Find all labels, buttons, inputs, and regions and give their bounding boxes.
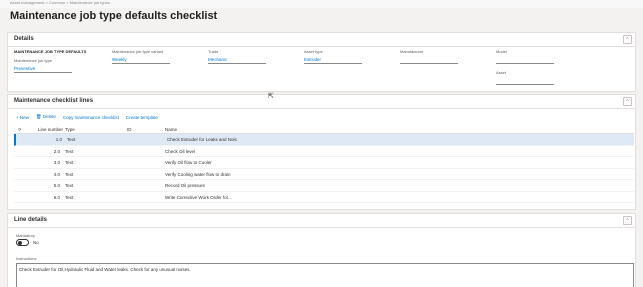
checklist-toolbar: + New 🗑 Delete Copy maintenance checklis… [16,113,158,121]
details-header[interactable]: Details ⌃ [8,33,635,47]
details-card: Details ⌃ MAINTENANCE JOB TYPE DEFAULTS … [7,32,636,92]
job-variant-field[interactable]: Maintenance job type variant Weekly [112,49,170,64]
col-name[interactable]: Name [165,127,177,132]
asset-type-value[interactable]: Extruder [304,57,362,62]
defaults-group-heading: MAINTENANCE JOB TYPE DEFAULTS [14,49,87,54]
checklist-grid: ⟳ Line number Type ID Name 1.0 Text Chec… [14,125,634,203]
job-type-label: Maintenance job type [14,58,53,63]
row-name: Verify Cooling water flow to drain [165,171,231,177]
defaults-group-label: MAINTENANCE JOB TYPE DEFAULTS [14,49,86,54]
job-type-value[interactable]: Preventive [14,66,72,71]
row-type: Text [65,171,74,177]
row-line: 1.0 [55,137,62,142]
job-variant-value[interactable]: Weekly [112,57,170,62]
col-line-number[interactable]: Line number [38,127,63,132]
table-row[interactable]: 1.0 Text Check Extruder for Leaks and No… [14,134,634,146]
collapse-checklist-button[interactable]: ⌃ [623,97,632,106]
job-type-underline [14,72,72,73]
delete-label: Delete [42,114,56,119]
line-details-title: Line details [14,217,48,223]
table-row[interactable]: 5.0 Text Record Oil pressure [14,180,634,192]
trade-field[interactable]: Trade Mechanic [208,49,266,64]
model-field[interactable]: Model [496,49,554,64]
row-type: Text [65,183,74,188]
col-id[interactable]: ID [127,127,132,132]
asset-type-underline [304,63,362,64]
asset-type-field[interactable]: Asset type Extruder [304,49,362,64]
page-title: Maintenance job type defaults checklist [10,10,218,22]
row-type: Text [65,194,74,200]
job-variant-label: Maintenance job type variant [112,49,164,54]
refresh-icon[interactable]: ⟳ [18,127,22,133]
row-line: 3.0 [53,160,60,165]
mandatory-toggle[interactable] [16,239,29,246]
checklist-card: Maintenance checklist lines ⌃ + New 🗑 De… [7,94,636,210]
collapse-details-button[interactable]: ⌃ [623,35,632,44]
asset-underline [496,84,554,85]
copy-checklist-button[interactable]: Copy maintenance checklist [63,115,119,120]
row-line: 2.0 [53,148,60,154]
collapse-line-details-button[interactable]: ⌃ [623,216,632,225]
col-type[interactable]: Type [65,127,75,132]
row-line: 5.0 [53,183,60,188]
checklist-title: Maintenance checklist lines [14,98,94,104]
row-name: Verify Oil flow to Cooler [165,160,212,165]
mouse-cursor-icon: ⇱ [268,93,274,100]
table-row[interactable]: 2.0 Text Check Oil level [14,146,634,157]
asset-field[interactable]: Asset [496,70,554,85]
table-row[interactable]: 6.0 Text Write Corrective Work Order for… [14,192,634,203]
table-row[interactable]: 3.0 Text Verify Oil flow to Cooler [14,157,634,169]
row-line: 6.0 [53,194,60,200]
asset-label: Asset [496,70,507,75]
create-template-button[interactable]: Create template [126,115,158,120]
row-name: Check Oil level [165,148,196,154]
job-variant-underline [112,63,170,64]
trade-value[interactable]: Mechanic [208,57,266,62]
asset-type-label: Asset type [304,49,323,54]
toggle-knob [18,241,22,245]
delete-button[interactable]: 🗑 Delete [36,114,56,120]
manufacturer-field[interactable]: Manufacturer [400,49,458,64]
row-type: Text [65,148,74,154]
line-details-card: Line details ⌃ Mandatory No Instructions… [7,213,636,287]
trash-icon: 🗑 [35,114,42,119]
manufacturer-label: Manufacturer [400,49,424,54]
row-name: Record Oil pressure [165,183,206,188]
row-name: Write Corrective Work Order for... [165,194,232,200]
grid-header: ⟳ Line number Type ID Name [14,125,634,134]
breadcrumb[interactable]: Asset management > Common > Maintenance … [10,0,110,5]
instructions-textarea[interactable]: Check Extruder for Oil,Hydraulic Fluid a… [16,263,634,287]
row-type: Text [67,137,76,142]
trade-underline [208,63,266,64]
mandatory-label: Mandatory [16,233,35,238]
line-details-header[interactable]: Line details ⌃ [8,214,635,228]
model-underline [496,63,554,64]
row-type: Text [65,160,74,165]
trade-label: Trade [208,49,219,54]
checklist-header[interactable]: Maintenance checklist lines ⌃ [8,95,635,109]
mandatory-value: No [33,240,39,245]
table-row[interactable]: 4.0 Text Verify Cooling water flow to dr… [14,169,634,180]
new-button[interactable]: + New [16,115,29,120]
manufacturer-underline [400,63,458,64]
model-label: Model [496,49,507,54]
row-name: Check Extruder for Leaks and Nois [167,137,237,142]
row-line: 4.0 [53,171,60,177]
instructions-label: Instructions [16,256,37,261]
details-title: Details [14,36,34,42]
job-type-field[interactable]: Maintenance job type Preventive [14,58,72,73]
